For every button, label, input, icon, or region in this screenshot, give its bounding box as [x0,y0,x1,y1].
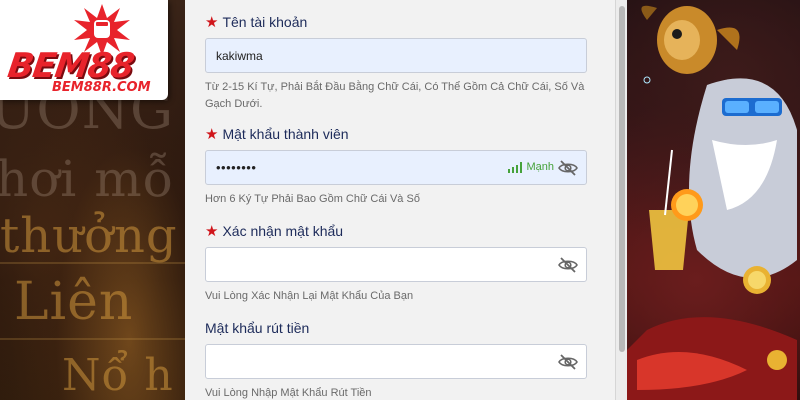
confirm-password-input[interactable] [205,247,587,282]
password-hint: Hơn 6 Ký Tự Phải Bao Gồm Chữ Cái Và Số [205,193,420,205]
password-input[interactable]: •••••••• Mạnh [205,150,587,185]
username-value: kakiwma [216,48,263,63]
withdraw-password-label: Mật khẩu rút tiền [205,318,587,338]
background-text: Nổ h [62,350,174,400]
brand-logo[interactable]: BEM88 BEM88R.COM [0,0,168,100]
scrollbar-thumb[interactable] [619,6,625,352]
username-label-text: Tên tài khoản [222,14,308,30]
star-icon: ★ [205,125,219,143]
password-strength-text: Mạnh [526,161,554,173]
password-strength-indicator: Mạnh [508,161,554,173]
background-text: hơi mỗ [0,150,175,208]
confirm-password-label: ★ Xác nhận mật khẩu [205,221,587,241]
right-background [627,0,800,400]
password-label: ★ Mật khẩu thành viên [205,124,587,144]
star-icon: ★ [205,222,219,240]
scrollbar[interactable] [615,0,627,400]
logo-domain-text: BEM88R.COM [52,80,151,95]
star-icon: ★ [205,13,219,31]
registration-form: ★ Tên tài khoản kakiwma Từ 2-15 Kí Tự, P… [185,0,615,400]
eye-slash-icon[interactable] [558,353,578,371]
username-field-group: ★ Tên tài khoản kakiwma Từ 2-15 Kí Tự, P… [205,12,587,113]
casino-character-illustration [627,5,797,400]
eye-slash-icon[interactable] [558,159,578,177]
withdraw-password-input[interactable] [205,344,587,379]
confirm-password-label-text: Xác nhận mật khẩu [222,223,344,239]
signal-bars-icon [508,161,523,173]
username-hint: Từ 2-15 Kí Tự, Phải Bắt Đầu Bằng Chữ Cái… [205,81,585,110]
password-field-group: ★ Mật khẩu thành viên •••••••• Mạnh Hơn … [205,124,587,208]
username-input[interactable]: kakiwma [205,38,587,73]
confirm-password-field-group: ★ Xác nhận mật khẩu Vui Lòng Xác Nhận Lạ… [205,221,587,305]
withdraw-password-hint: Vui Lòng Nhập Mật Khẩu Rút Tiền [205,387,372,399]
password-value: •••••••• [216,160,257,175]
withdraw-password-label-text: Mật khẩu rút tiền [205,320,310,336]
eye-slash-icon[interactable] [558,256,578,274]
background-text: Liên [14,272,134,332]
confirm-password-hint: Vui Lòng Xác Nhận Lại Mật Khẩu Của Bạn [205,290,414,302]
withdraw-password-field-group: Mật khẩu rút tiền Vui Lòng Nhập Mật Khẩu… [205,318,587,400]
username-label: ★ Tên tài khoản [205,12,587,32]
password-label-text: Mật khẩu thành viên [222,126,349,142]
background-text: thưởng [0,208,178,264]
